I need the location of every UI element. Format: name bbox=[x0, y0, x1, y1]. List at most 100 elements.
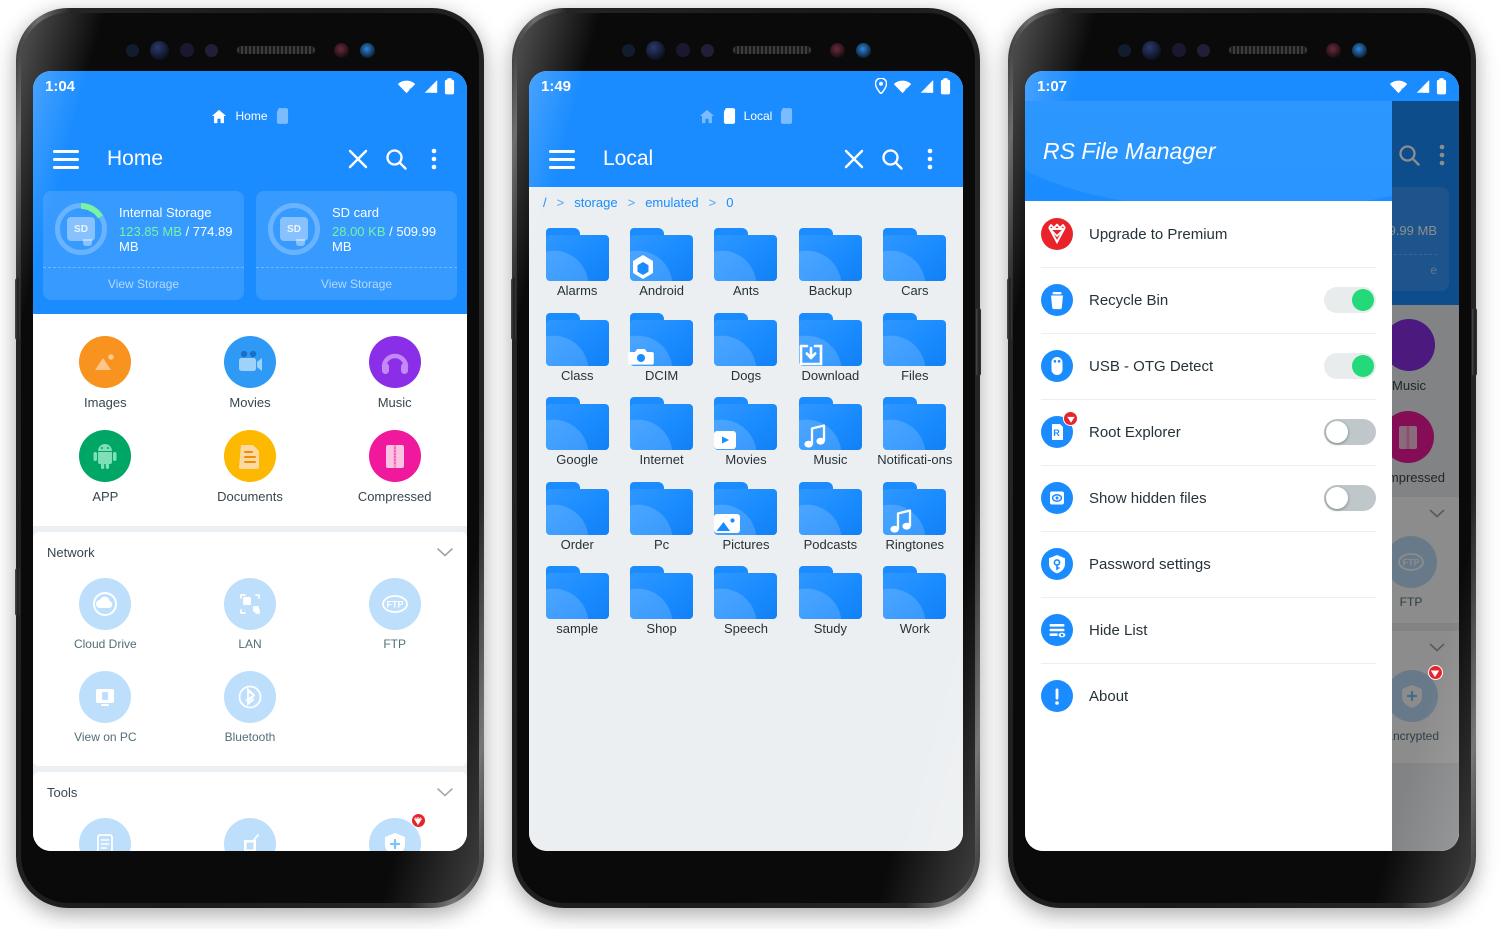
network-item-cloud-drive[interactable]: Cloud Drive bbox=[33, 570, 178, 663]
folder-icon bbox=[630, 566, 694, 620]
volume-button-2[interactable] bbox=[511, 278, 516, 340]
view-storage-button[interactable]: View Storage bbox=[43, 267, 244, 300]
signal-icon bbox=[1416, 79, 1430, 93]
folder-item[interactable]: Pictures bbox=[704, 476, 788, 559]
folder-item[interactable]: Movies bbox=[704, 391, 788, 474]
close-icon[interactable] bbox=[835, 140, 873, 178]
view-storage-button[interactable]: View Storage bbox=[256, 267, 457, 300]
path-separator: > bbox=[556, 195, 565, 210]
network-section-header[interactable]: Network bbox=[33, 532, 467, 562]
folder-item[interactable]: Order bbox=[535, 476, 619, 559]
tools-section-header[interactable]: Tools bbox=[33, 772, 467, 802]
overflow-menu-icon[interactable] bbox=[911, 140, 949, 178]
drawer-item-usb-otg-detect[interactable]: USB - OTG Detect bbox=[1025, 333, 1392, 399]
category-music[interactable]: Music bbox=[322, 328, 467, 422]
drawer-item-about[interactable]: About bbox=[1025, 663, 1392, 729]
folder-name: Shop bbox=[646, 621, 677, 637]
battery-icon bbox=[940, 77, 951, 94]
home-icon[interactable] bbox=[211, 109, 227, 124]
drawer-item-upgrade-to-premium[interactable]: Upgrade to Premium bbox=[1025, 201, 1392, 267]
hamburger-icon[interactable] bbox=[47, 140, 85, 178]
folder-item[interactable]: Download bbox=[788, 307, 872, 390]
folder-item[interactable]: Work bbox=[873, 560, 957, 643]
folder-icon bbox=[630, 397, 694, 451]
network-item-lan[interactable]: LAN bbox=[178, 570, 323, 663]
search-icon[interactable] bbox=[873, 140, 911, 178]
category-documents[interactable]: Documents bbox=[178, 422, 323, 516]
category-compressed[interactable]: Compressed bbox=[322, 422, 467, 516]
app-bar-2: Local Local bbox=[529, 101, 963, 187]
network-item-ftp[interactable]: FTP FTP bbox=[322, 570, 467, 663]
drawer-item-label: Root Explorer bbox=[1089, 423, 1181, 441]
storage-card-internal[interactable]: SD Internal Storage 123.85 MB / 774.89 M… bbox=[43, 191, 244, 300]
overflow-menu-icon[interactable] bbox=[415, 140, 453, 178]
folder-item[interactable]: Speech bbox=[704, 560, 788, 643]
hamburger-icon[interactable] bbox=[543, 140, 581, 178]
tools-item-recycle-bin[interactable]: Recycle Bin bbox=[178, 810, 323, 851]
archive-icon bbox=[368, 430, 421, 482]
breadcrumb-home-label[interactable]: Home bbox=[235, 109, 267, 123]
folder-item[interactable]: Podcasts bbox=[788, 476, 872, 559]
sd-card-icon[interactable] bbox=[276, 108, 289, 124]
chevron-down-icon[interactable] bbox=[437, 788, 453, 797]
folder-item[interactable]: Class bbox=[535, 307, 619, 390]
status-icon-group: x bbox=[875, 77, 951, 95]
folder-item[interactable]: Pc bbox=[619, 476, 703, 559]
folder-item[interactable]: Ants bbox=[704, 222, 788, 305]
folder-item[interactable]: Internet bbox=[619, 391, 703, 474]
folder-item[interactable]: Dogs bbox=[704, 307, 788, 390]
path-segment-root[interactable]: / bbox=[543, 195, 547, 210]
category-app[interactable]: APP bbox=[33, 422, 178, 516]
folder-item[interactable]: Notificati-ons bbox=[873, 391, 957, 474]
drawer-item-password-settings[interactable]: Password settings bbox=[1025, 531, 1392, 597]
tools-item-logger[interactable]: Logger bbox=[33, 810, 178, 851]
storage-progress-ring-sdcard: SD bbox=[268, 203, 320, 255]
power-button-2[interactable] bbox=[976, 308, 981, 376]
close-icon[interactable] bbox=[339, 140, 377, 178]
bixby-button-1[interactable] bbox=[15, 568, 20, 616]
path-segment-0[interactable]: 0 bbox=[726, 195, 733, 210]
path-segment-emulated[interactable]: emulated bbox=[645, 195, 698, 210]
network-grid: Cloud Drive LAN FTP FTP View on PC Bluet… bbox=[33, 562, 467, 766]
folder-item[interactable]: Music bbox=[788, 391, 872, 474]
sd-card-icon[interactable] bbox=[780, 108, 793, 124]
path-segment-storage[interactable]: storage bbox=[574, 195, 617, 210]
folder-item[interactable]: DCIM bbox=[619, 307, 703, 390]
folder-item[interactable]: sample bbox=[535, 560, 619, 643]
search-icon[interactable] bbox=[377, 140, 415, 178]
home-icon[interactable] bbox=[699, 109, 715, 124]
folder-item[interactable]: Study bbox=[788, 560, 872, 643]
storage-icon[interactable] bbox=[723, 108, 736, 124]
volume-button-1[interactable] bbox=[15, 278, 20, 340]
drawer-item-root-explorer[interactable]: R Root Explorer bbox=[1025, 399, 1392, 465]
breadcrumb-local-label[interactable]: Local bbox=[744, 109, 773, 123]
drawer-item-hide-list[interactable]: Hide List bbox=[1025, 597, 1392, 663]
show-hidden-files-toggle[interactable] bbox=[1323, 485, 1376, 511]
folder-item[interactable]: Android bbox=[619, 222, 703, 305]
folder-item[interactable]: Cars bbox=[873, 222, 957, 305]
category-images[interactable]: Images bbox=[33, 328, 178, 422]
root-explorer-toggle[interactable] bbox=[1323, 419, 1376, 445]
network-item-bluetooth[interactable]: Bluetooth bbox=[178, 663, 323, 756]
drawer-screen: 509.99 MB e Music Compressed FTP FTP Enc… bbox=[1025, 101, 1459, 851]
usb-otg-toggle[interactable] bbox=[1323, 353, 1376, 379]
video-icon bbox=[223, 336, 276, 388]
drawer-item-label: USB - OTG Detect bbox=[1089, 357, 1214, 375]
chevron-down-icon[interactable] bbox=[437, 548, 453, 557]
earpiece-speaker bbox=[236, 46, 315, 54]
folder-item[interactable]: Files bbox=[873, 307, 957, 390]
recycle-bin-toggle[interactable] bbox=[1323, 287, 1376, 313]
folder-item[interactable]: Alarms bbox=[535, 222, 619, 305]
tools-item-encrypted[interactable]: Encrypted bbox=[322, 810, 467, 851]
drawer-item-recycle-bin[interactable]: Recycle Bin bbox=[1025, 267, 1392, 333]
folder-item[interactable]: Google bbox=[535, 391, 619, 474]
folder-item[interactable]: Backup bbox=[788, 222, 872, 305]
folder-item[interactable]: Ringtones bbox=[873, 476, 957, 559]
storage-card-sdcard[interactable]: SD SD card 28.00 KB / 509.99 MB View Sto… bbox=[256, 191, 457, 300]
volume-button-3[interactable] bbox=[1007, 278, 1012, 340]
folder-item[interactable]: Shop bbox=[619, 560, 703, 643]
category-movies[interactable]: Movies bbox=[178, 328, 323, 422]
drawer-item-show-hidden-files[interactable]: Show hidden files bbox=[1025, 465, 1392, 531]
network-item-view-on-pc[interactable]: View on PC bbox=[33, 663, 178, 756]
power-button-3[interactable] bbox=[1472, 308, 1477, 376]
